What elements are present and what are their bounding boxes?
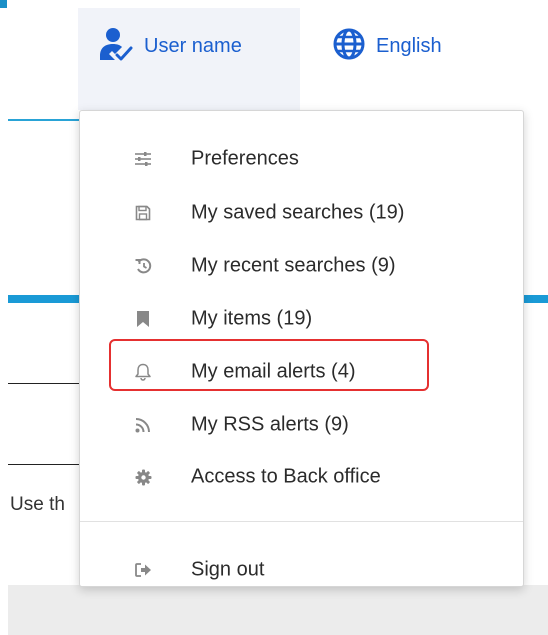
user-menu-button[interactable]: User name	[98, 26, 242, 66]
rss-icon	[133, 415, 153, 435]
background-text: Use th	[10, 494, 65, 515]
menu-item-label: Access to Back office	[191, 465, 381, 488]
menu-divider	[80, 521, 523, 522]
menu-item-my-items[interactable]: My items (19)	[80, 297, 523, 341]
menu-item-label: My items (19)	[191, 307, 313, 330]
language-label: English	[376, 34, 442, 57]
menu-item-label: My recent searches (9)	[191, 254, 396, 277]
history-icon	[133, 256, 153, 276]
menu-item-saved-searches[interactable]: My saved searches (19)	[80, 191, 523, 235]
gear-icon	[133, 467, 153, 487]
tab-underline	[8, 119, 84, 121]
menu-item-label: My email alerts (4)	[191, 360, 356, 383]
bell-icon	[133, 362, 153, 382]
menu-item-preferences[interactable]: Preferences	[80, 137, 523, 181]
page: Use th User name English Preferences My …	[0, 0, 548, 635]
menu-item-label: My RSS alerts (9)	[191, 413, 349, 436]
user-check-icon	[98, 26, 134, 67]
user-name-label: User name	[144, 34, 242, 57]
floppy-disk-icon	[133, 203, 153, 223]
divider-line	[8, 464, 84, 465]
bookmark-icon	[133, 309, 153, 329]
menu-item-label: Preferences	[191, 147, 299, 170]
background-panel	[8, 585, 548, 635]
menu-item-label: My saved searches (19)	[191, 201, 405, 224]
menu-item-rss-alerts[interactable]: My RSS alerts (9)	[80, 403, 523, 447]
divider-line	[8, 383, 84, 384]
user-dropdown-menu: Preferences My saved searches (19) My re…	[79, 110, 524, 587]
menu-item-sign-out[interactable]: Sign out	[80, 548, 523, 592]
menu-item-recent-searches[interactable]: My recent searches (9)	[80, 244, 523, 288]
sliders-icon	[133, 149, 153, 169]
menu-item-back-office[interactable]: Access to Back office	[80, 455, 523, 499]
menu-item-email-alerts[interactable]: My email alerts (4)	[80, 350, 523, 394]
sign-out-icon	[133, 560, 153, 580]
globe-icon	[332, 27, 366, 66]
language-button[interactable]: English	[332, 26, 442, 66]
menu-item-label: Sign out	[191, 558, 265, 581]
accent-corner	[0, 0, 7, 8]
